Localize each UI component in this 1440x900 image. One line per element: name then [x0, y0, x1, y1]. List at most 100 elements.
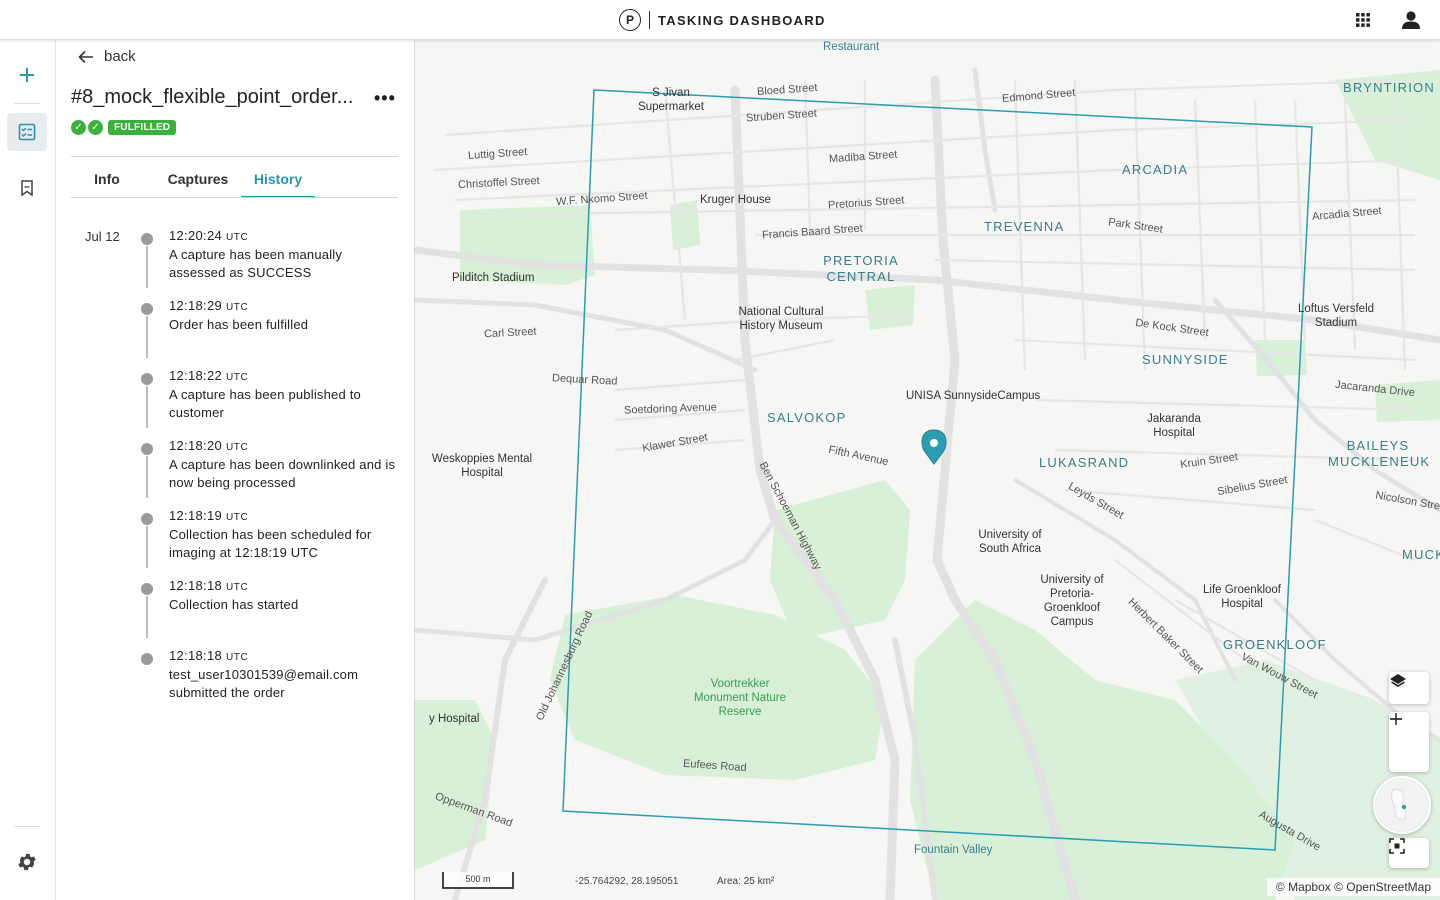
orders-list-icon: [18, 123, 36, 141]
arrow-left-icon: [78, 50, 93, 63]
bookmark-icon: [21, 180, 33, 197]
event-description: Order has been fulfilled: [169, 317, 309, 332]
timeline-dot: [141, 583, 153, 595]
map-label: GROENKLOOF: [1223, 637, 1327, 652]
map-poi: Restaurant: [823, 41, 880, 53]
rail-divider: [14, 103, 40, 104]
tab-captures[interactable]: Captures: [155, 166, 241, 198]
map-label: SALVOKOP: [767, 410, 847, 425]
map-poi: National Cultural History Museum: [738, 306, 824, 332]
more-options-button[interactable]: •••: [374, 88, 396, 109]
event-time: 12:18:22 UTC: [169, 368, 249, 383]
event-description: test_user10301539@email.com submitted th…: [169, 667, 359, 700]
timeline-line: [146, 596, 148, 638]
back-button[interactable]: back: [78, 48, 136, 65]
status-badge: FULFILLED: [108, 120, 177, 135]
check-icon: ✓: [88, 120, 103, 135]
map-poi: Kruger House: [700, 194, 771, 206]
timeline-dot: [141, 513, 153, 525]
event-time: 12:18:19 UTC: [169, 508, 249, 523]
map-poi: Weskoppies Mental Hospital: [431, 453, 533, 479]
timeline-line: [146, 386, 148, 428]
map-label: PRETORIA CENTRAL: [823, 253, 899, 284]
header-divider: [71, 156, 398, 157]
map-poi: Loftus Versfeld Stadium: [1297, 303, 1375, 329]
order-title: #8_mock_flexible_point_order...: [71, 86, 354, 108]
globe-minimap-button[interactable]: [1373, 776, 1431, 834]
plus-icon: [20, 68, 34, 82]
layers-button[interactable]: [1389, 672, 1429, 704]
event-description: A capture has been published to customer: [169, 387, 361, 420]
map-poi: University of Pretoria-Groenkloof Campus: [1040, 574, 1104, 628]
cursor-coordinates: -25.764292, 28.195051: [575, 876, 679, 887]
layers-icon: [1390, 674, 1406, 687]
event-time: 12:18:18 UTC: [169, 578, 249, 593]
brand[interactable]: P TASKING DASHBOARD: [619, 8, 826, 32]
timeline-line: [146, 316, 148, 358]
saved-button[interactable]: [7, 169, 47, 207]
event-description: Collection has been scheduled for imagin…: [169, 527, 372, 560]
new-order-button[interactable]: [7, 56, 47, 94]
history-date: Jul 12: [85, 229, 120, 244]
map-poi: UNISA SunnysideCampus: [906, 390, 1041, 402]
timeline-line: [146, 456, 148, 498]
event-description: Collection has started: [169, 597, 299, 612]
timeline-line: [146, 526, 148, 568]
map-poi: Life Groenkloof Hospital: [1203, 584, 1281, 610]
fullscreen-button[interactable]: [1389, 838, 1429, 868]
event-time: 12:18:29 UTC: [169, 298, 249, 313]
top-bar: P TASKING DASHBOARD: [0, 0, 1440, 40]
timeline-dot: [141, 303, 153, 315]
timeline-dot: [141, 373, 153, 385]
settings-gear-icon: [18, 853, 36, 871]
tabs: Info Captures History: [71, 166, 398, 198]
settings-button[interactable]: [7, 843, 47, 881]
app-title: TASKING DASHBOARD: [658, 12, 826, 28]
aoi-area: Area: 25 km²: [717, 876, 775, 887]
event-time: 12:18:18 UTC: [169, 648, 249, 663]
user-account-icon[interactable]: [1400, 10, 1420, 30]
order-detail-panel: back #8_mock_flexible_point_order... •••…: [56, 40, 415, 900]
timeline-dot: [141, 653, 153, 665]
left-rail: [0, 40, 56, 900]
map-label: SUNNYSIDE: [1142, 352, 1229, 367]
map-label: LUKASRAND: [1039, 455, 1130, 470]
timeline-dot: [141, 233, 153, 245]
check-icon: ✓: [71, 120, 86, 135]
map-poi: S Jivan Supermarket: [638, 87, 704, 113]
map-scale: 500 m: [442, 872, 514, 889]
map-attribution[interactable]: © Mapbox © OpenStreetMap: [1266, 878, 1440, 896]
fullscreen-icon: [1389, 838, 1405, 854]
map-canvas[interactable]: [415, 40, 1440, 900]
tabs-divider: [71, 197, 398, 198]
rail-divider-bottom: [14, 826, 40, 827]
zoom-controls: [1389, 712, 1429, 772]
brand-separator: [649, 11, 650, 29]
map-poi: University of South Africa: [978, 529, 1042, 555]
map-view[interactable]: BRYNTIRION ARCADIA TREVENNA PRETORIA CEN…: [415, 40, 1440, 900]
map-poi: Jakaranda Hospital: [1147, 413, 1201, 439]
map-label: BAILEYS MUCKLENEUK: [1328, 438, 1431, 469]
order-status: ✓ ✓ FULFILLED: [71, 120, 177, 135]
map-label: MUCK: [1402, 547, 1440, 562]
map-label: BRYNTIRION: [1343, 80, 1435, 95]
apps-grid-icon[interactable]: [1353, 10, 1373, 30]
zoom-out-icon: [1390, 718, 1402, 720]
map-poi: y Hospital: [429, 713, 480, 725]
map-poi: Pilditch Stadium: [452, 272, 535, 284]
tab-history[interactable]: History: [241, 166, 315, 198]
event-description: A capture has been downlinked and is now…: [169, 457, 396, 490]
event-description: A capture has been manually assessed as …: [169, 247, 343, 280]
map-label: ARCADIA: [1122, 162, 1189, 177]
timeline-dot: [141, 443, 153, 455]
map-poi: Fountain Valley: [914, 844, 993, 856]
back-label: back: [104, 48, 136, 65]
timeline-line: [146, 246, 148, 288]
orders-button[interactable]: [7, 113, 47, 151]
event-time: 12:18:20 UTC: [169, 438, 249, 453]
event-time: 12:20:24 UTC: [169, 228, 249, 243]
map-park: Voortrekker Monument Nature Reserve: [693, 678, 787, 718]
map-label: TREVENNA: [984, 219, 1065, 234]
brand-logo-icon: P: [619, 9, 641, 31]
tab-info[interactable]: Info: [71, 166, 143, 198]
